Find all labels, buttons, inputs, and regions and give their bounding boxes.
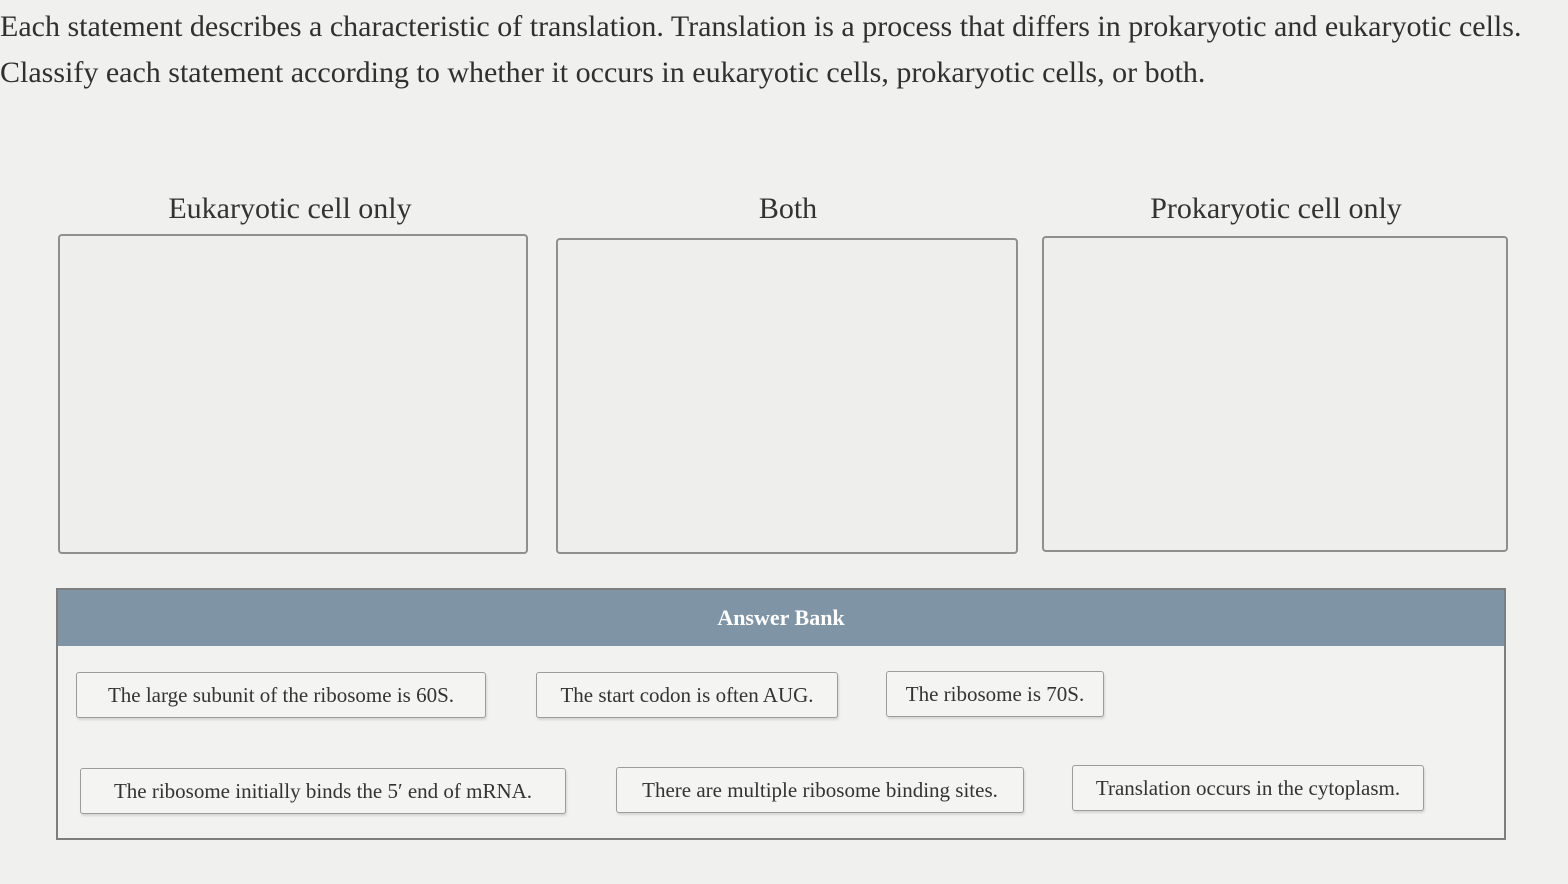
answer-bank-header: Answer Bank (58, 590, 1504, 646)
answer-chip-5-end[interactable]: The ribosome initially binds the 5′ end … (80, 768, 566, 814)
answer-bank-title: Answer Bank (717, 605, 845, 630)
answer-chip-label: There are multiple ribosome binding site… (642, 777, 998, 802)
answer-chip-label: The ribosome initially binds the 5′ end … (113, 778, 533, 803)
question-prompt: Each statement describes a characteristi… (0, 4, 1560, 96)
drop-zone-both[interactable] (556, 238, 1018, 554)
answer-chip-label: The start codon is often AUG. (560, 682, 814, 707)
answer-bank: Answer Bank The large subunit of the rib… (56, 588, 1506, 840)
prompt-line-1: Each statement describes a characteristi… (0, 10, 1522, 43)
answer-chip-label: The ribosome is 70S. (905, 681, 1085, 706)
bin-title-both: Both (758, 192, 818, 225)
answer-chip-label: The large subunit of the ribosome is 60S… (107, 682, 455, 707)
answer-chip-cytoplasm[interactable]: Translation occurs in the cytoplasm. (1072, 765, 1424, 811)
bin-title-prokaryotic: Prokaryotic cell only (1150, 192, 1402, 225)
drop-zone-prokaryotic[interactable] (1042, 236, 1508, 552)
bin-title-eukaryotic: Eukaryotic cell only (168, 192, 412, 225)
answer-chip-60s[interactable]: The large subunit of the ribosome is 60S… (76, 672, 486, 718)
answer-chip-multiple-sites[interactable]: There are multiple ribosome binding site… (616, 767, 1024, 813)
answer-chip-label: Translation occurs in the cytoplasm. (1095, 775, 1401, 800)
answer-chip-70s[interactable]: The ribosome is 70S. (886, 671, 1104, 717)
answer-chip-aug[interactable]: The start codon is often AUG. (536, 672, 838, 718)
prompt-line-2: Classify each statement according to whe… (0, 56, 1206, 89)
drop-zone-eukaryotic[interactable] (58, 234, 528, 554)
